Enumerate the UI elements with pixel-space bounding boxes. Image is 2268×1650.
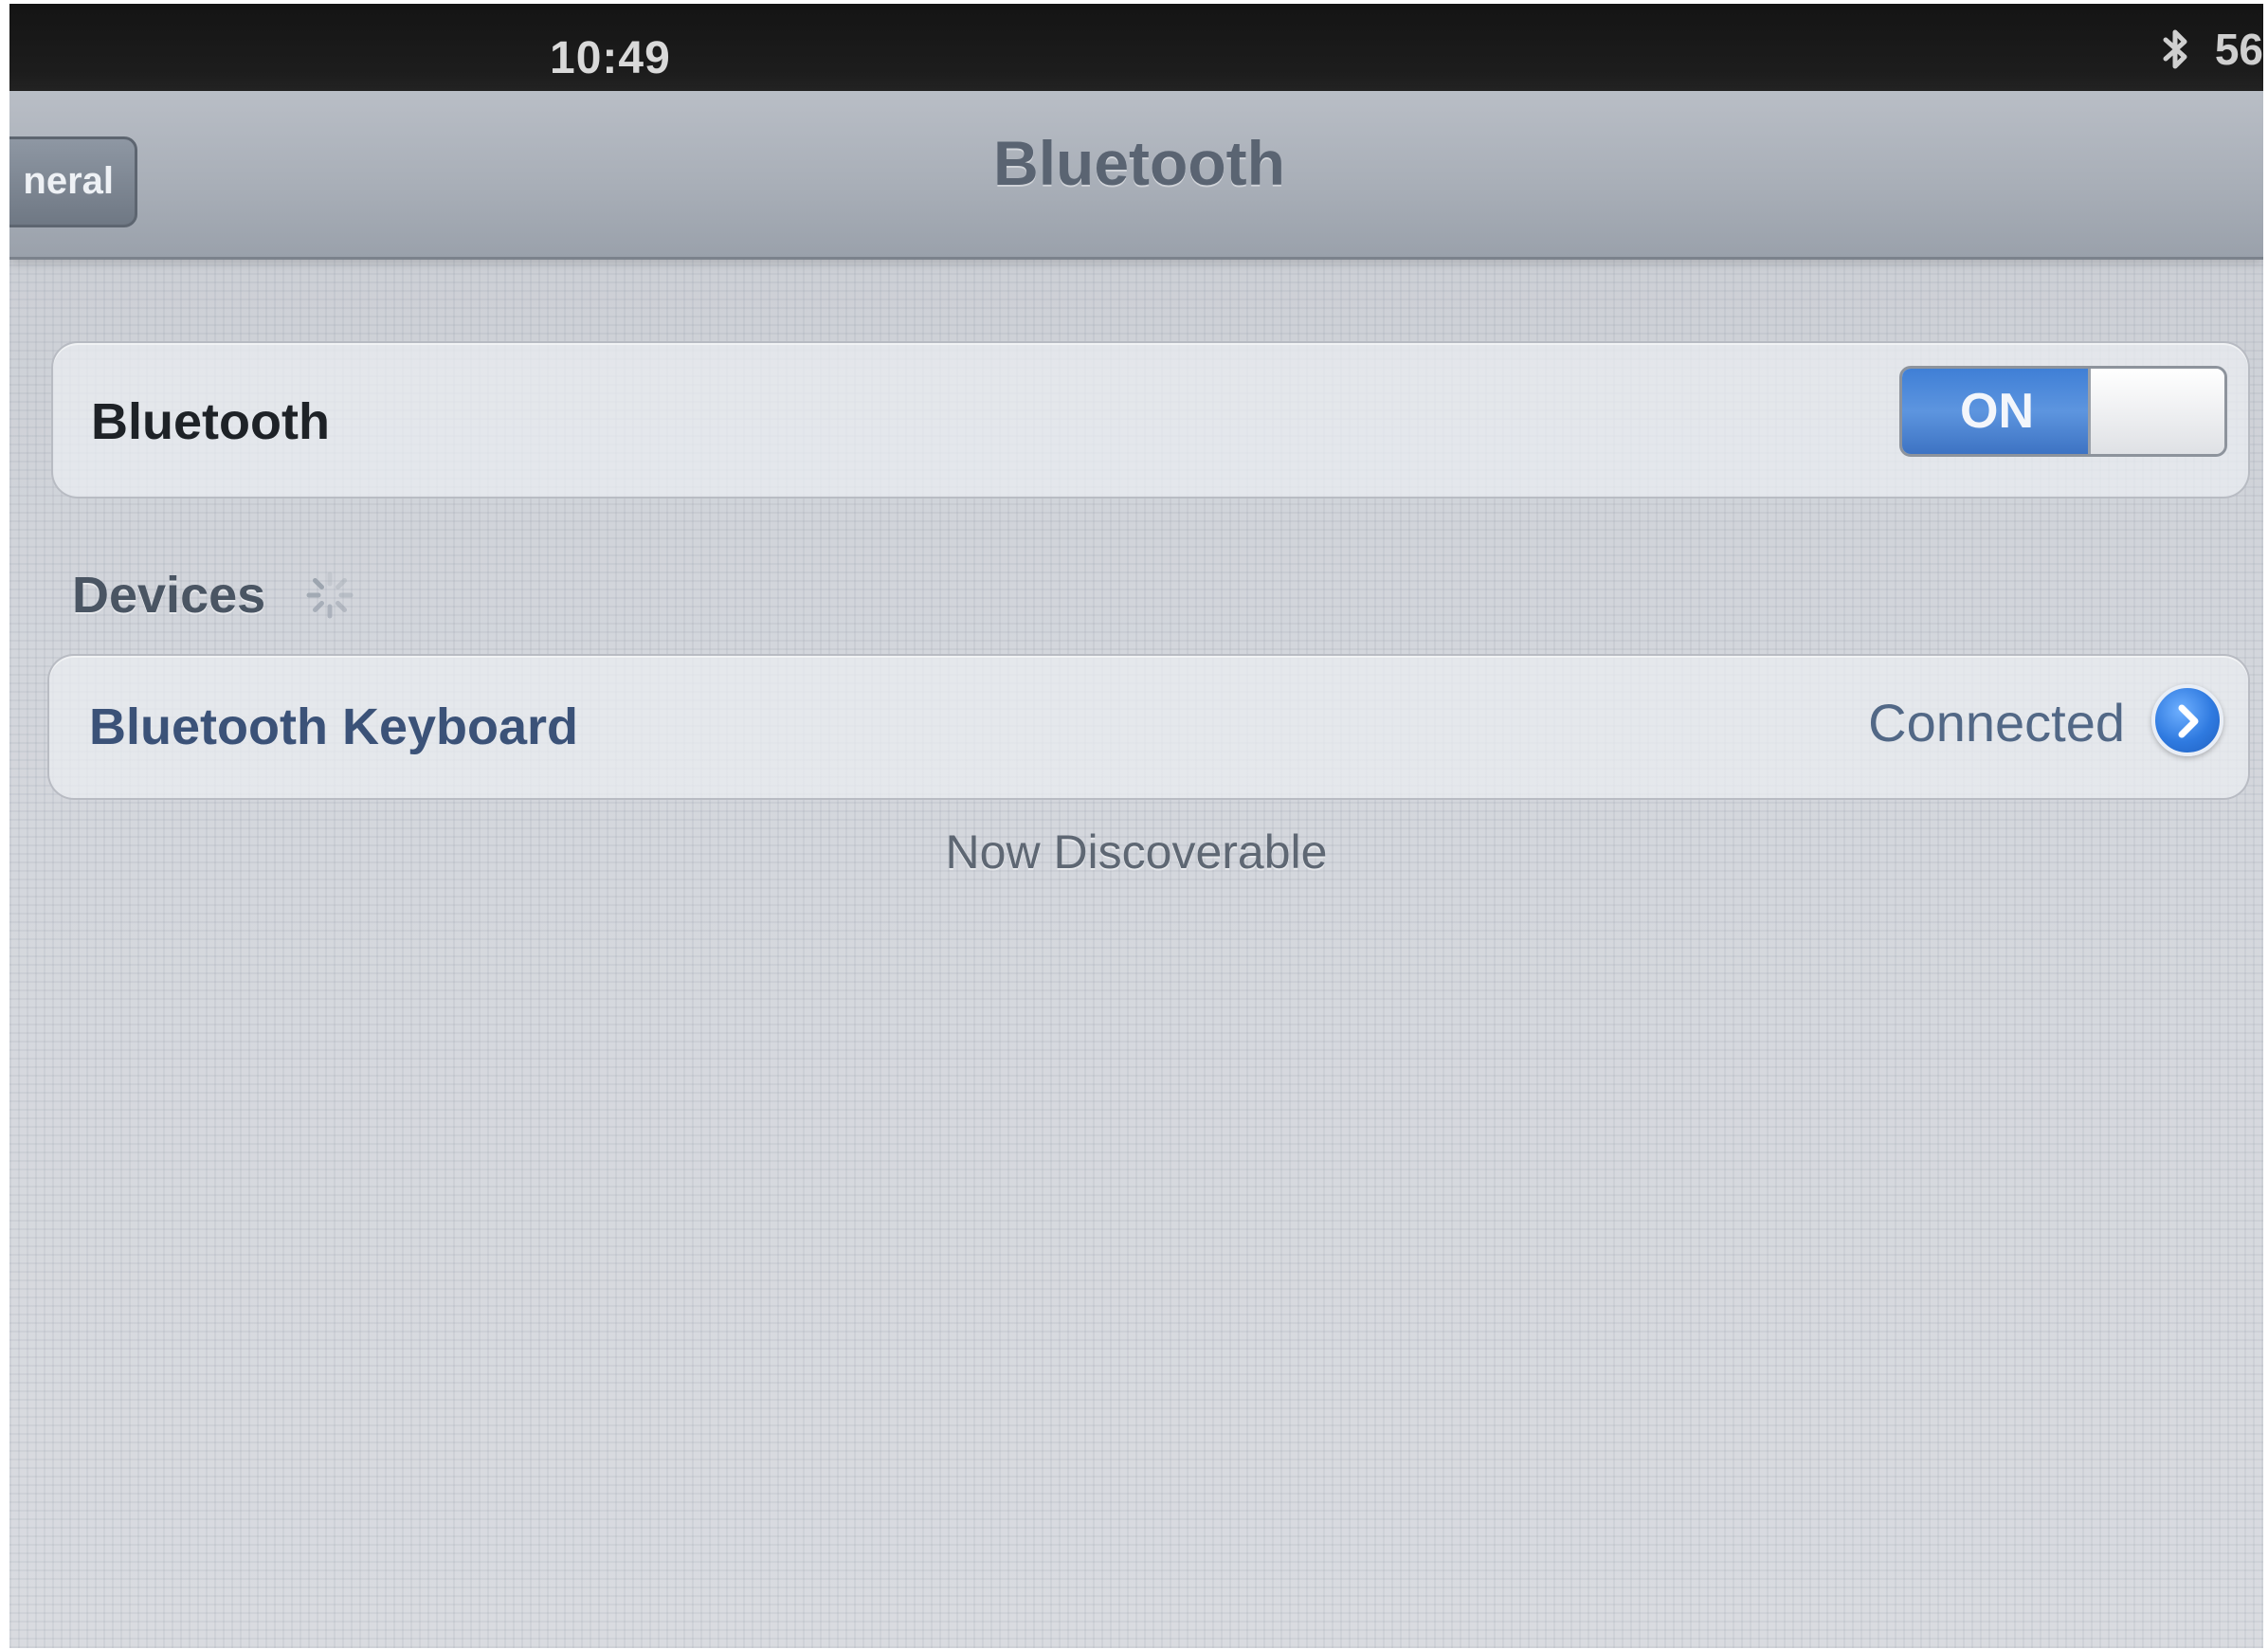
- bluetooth-toggle-cell: Bluetooth ON: [51, 341, 2250, 499]
- devices-section-title: Devices: [72, 567, 266, 624]
- status-time: 10:49: [550, 33, 671, 83]
- devices-section-header: Devices: [72, 567, 356, 624]
- toggle-knob[interactable]: [2088, 369, 2224, 454]
- bluetooth-toggle-switch[interactable]: ON: [1899, 366, 2227, 457]
- page-title: Bluetooth: [993, 128, 1285, 198]
- device-row-bluetooth-keyboard[interactable]: Bluetooth Keyboard Connected: [47, 654, 2250, 800]
- loading-spinner-icon: [303, 569, 356, 622]
- device-name: Bluetooth Keyboard: [89, 698, 579, 755]
- bluetooth-setting-label: Bluetooth: [91, 393, 330, 450]
- discoverable-status-text: Now Discoverable: [945, 825, 1328, 879]
- disclosure-chevron-icon[interactable]: [2151, 684, 2223, 756]
- battery-percentage: 56: [2214, 25, 2263, 74]
- bluetooth-icon: [2162, 27, 2190, 72]
- navigation-bar: neral Bluetooth: [9, 91, 2263, 260]
- ipad-screen: 10:49 56 neral Bluetooth Bluetooth ON De…: [9, 4, 2263, 1648]
- device-connection-status: Connected: [1868, 693, 2125, 752]
- toggle-state-label: ON: [1960, 384, 2034, 439]
- status-right-indicators: 56: [2162, 21, 2263, 78]
